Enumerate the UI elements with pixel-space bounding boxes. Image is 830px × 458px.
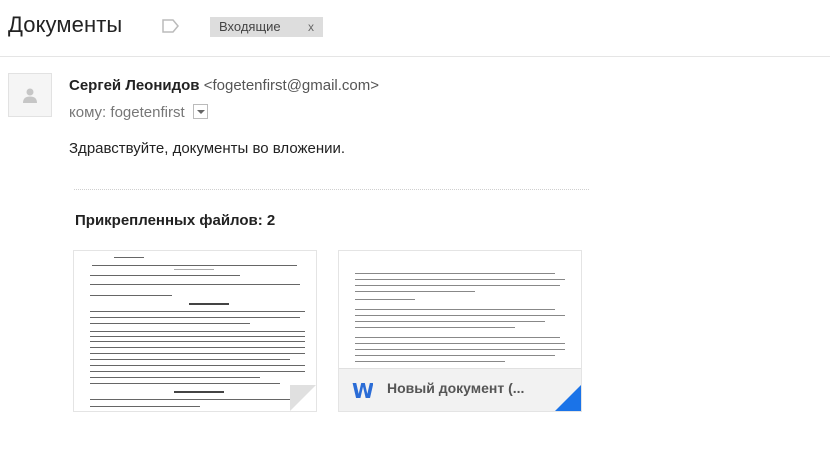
show-details-button[interactable] (192, 104, 208, 119)
svg-text:W: W (352, 379, 373, 401)
remove-label-button[interactable]: x (308, 17, 314, 37)
attachment-type-corner (555, 385, 581, 411)
recipient-line: кому: fogetenfirst (69, 104, 208, 121)
attachments-count: Прикрепленных файлов: 2 (75, 212, 276, 229)
attachment-word-document[interactable]: W Новый документ (... (339, 251, 581, 411)
sender-line: Сергей Леонидов <fogetenfirst@gmail.com> (69, 77, 379, 94)
person-icon (23, 88, 37, 103)
email-header: Документы Входящие x (0, 0, 830, 57)
attachments-divider (74, 189, 589, 190)
attachment-info-bar[interactable]: W Новый документ (... (339, 368, 581, 411)
sender-name[interactable]: Сергей Леонидов (69, 77, 200, 94)
email-subject: Документы (8, 12, 123, 37)
word-icon: W (352, 379, 373, 401)
avatar (8, 73, 52, 117)
message-body: Здравствуйте, документы во вложении. (69, 140, 346, 157)
label-icon[interactable] (162, 19, 180, 33)
sender-email: <fogetenfirst@gmail.com> (203, 77, 380, 94)
recipient-prefix: кому: (69, 104, 107, 121)
inbox-label-chip[interactable]: Входящие x (210, 17, 323, 37)
attachment-scanned-document[interactable] (74, 251, 316, 411)
attachment-filename: Новый документ (... (387, 380, 525, 396)
recipient-name: fogetenfirst (110, 104, 185, 121)
label-chip-text: Входящие (219, 19, 281, 34)
